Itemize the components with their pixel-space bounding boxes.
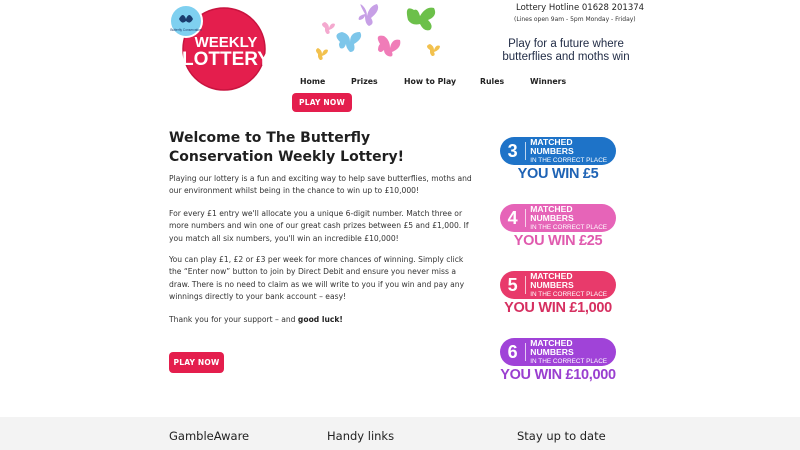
main-play-now-button[interactable]: PLAY NOW	[169, 352, 224, 373]
lottery-hotline[interactable]: Lottery Hotline 01628 201374	[516, 3, 644, 13]
prize-number: 5	[507, 274, 518, 295]
good-luck-text: good luck!	[297, 315, 343, 324]
footer-gambleaware-heading: GambleAware	[169, 429, 250, 443]
prize-line-1: MATCHED NUMBERS	[530, 136, 574, 156]
prize-pill: 3 MATCHED NUMBERS IN THE CORRECT PLACE	[500, 137, 616, 165]
prize-pill: 6 MATCHED NUMBERS IN THE CORRECT PLACE	[500, 338, 616, 366]
prize-badge-6: 6 MATCHED NUMBERS IN THE CORRECT PLACE YO…	[500, 338, 618, 390]
header-play-now-button[interactable]: PLAY NOW	[292, 93, 352, 112]
weekly-lottery-logo[interactable]: WEEKLY LOTTERY Butterfly Conservation	[169, 5, 271, 91]
prize-win-amount: YOU WIN £25	[513, 233, 603, 249]
nav-item-home[interactable]: Home	[300, 77, 325, 86]
prize-badge-4: 4 MATCHED NUMBERS IN THE CORRECT PLACE YO…	[500, 204, 618, 256]
thanks-paragraph: Thank you for your support – and good lu…	[169, 314, 474, 326]
logo-lottery-text: LOTTERY	[182, 49, 270, 70]
thanks-text: Thank you for your support – and	[169, 315, 298, 324]
butterfly-icon	[406, 7, 436, 31]
footer-handy-links-heading: Handy links	[327, 429, 395, 443]
page-title: Welcome to The Butterfly Conservation We…	[169, 130, 404, 165]
prize-line-2: IN THE CORRECT PLACE	[530, 223, 608, 231]
intro-paragraph: Playing our lottery is a fun and excitin…	[169, 174, 472, 196]
prize-badge-5: 5 MATCHED NUMBERS IN THE CORRECT PLACE YO…	[500, 271, 618, 323]
prize-win-amount: YOU WIN £5	[517, 166, 599, 182]
butterfly-icon	[336, 32, 362, 52]
prize-line-1: MATCHED NUMBERS	[530, 270, 574, 290]
nav-item-rules[interactable]: Rules	[480, 77, 504, 86]
prize-line-1: MATCHED NUMBERS	[530, 203, 574, 223]
butterfly-icon	[358, 4, 379, 26]
footer	[0, 417, 800, 450]
prize-pill: 5 MATCHED NUMBERS IN THE CORRECT PLACE	[500, 271, 616, 299]
nav-item-winners[interactable]: Winners	[530, 77, 566, 86]
prize-line-2: IN THE CORRECT PLACE	[530, 290, 608, 298]
butterfly-icon	[377, 35, 401, 57]
how-to-play-paragraph: You can play £1, £2 or £3 per week for m…	[169, 255, 465, 301]
footer-stay-up-to-date-heading: Stay up to date	[517, 429, 606, 443]
nav-item-prizes[interactable]: Prizes	[351, 77, 378, 86]
entry-paragraph: For every £1 entry we'll allocate you a …	[169, 209, 469, 243]
hotline-hours: (Lines open 9am - 5pm Monday - Friday)	[514, 16, 636, 23]
butterflies-illustration	[316, 4, 440, 60]
butterfly-icon	[316, 48, 328, 60]
prize-pill: 4 MATCHED NUMBERS IN THE CORRECT PLACE	[500, 204, 616, 232]
prize-number: 3	[507, 140, 518, 161]
prize-badge-3: 3 MATCHED NUMBERS IN THE CORRECT PLACE YO…	[500, 137, 618, 189]
prize-number: 4	[507, 207, 518, 228]
butterfly-icon	[322, 22, 335, 34]
tagline: Play for a future where butterflies and …	[476, 38, 656, 64]
logo-badge-text: Butterfly Conservation	[170, 28, 202, 32]
prize-win-amount: YOU WIN £1,000	[504, 300, 612, 316]
nav-item-how-to-play[interactable]: How to Play	[404, 77, 456, 86]
prize-win-amount: YOU WIN £10,000	[500, 367, 616, 383]
prize-line-2: IN THE CORRECT PLACE	[530, 156, 608, 164]
butterfly-icon	[427, 44, 440, 56]
prize-line-2: IN THE CORRECT PLACE	[530, 357, 608, 365]
prize-line-1: MATCHED NUMBERS	[530, 337, 574, 357]
tagline-line-1: Play for a future where	[508, 38, 624, 50]
tagline-line-2: butterflies and moths win	[502, 51, 630, 63]
prize-number: 6	[507, 341, 518, 362]
